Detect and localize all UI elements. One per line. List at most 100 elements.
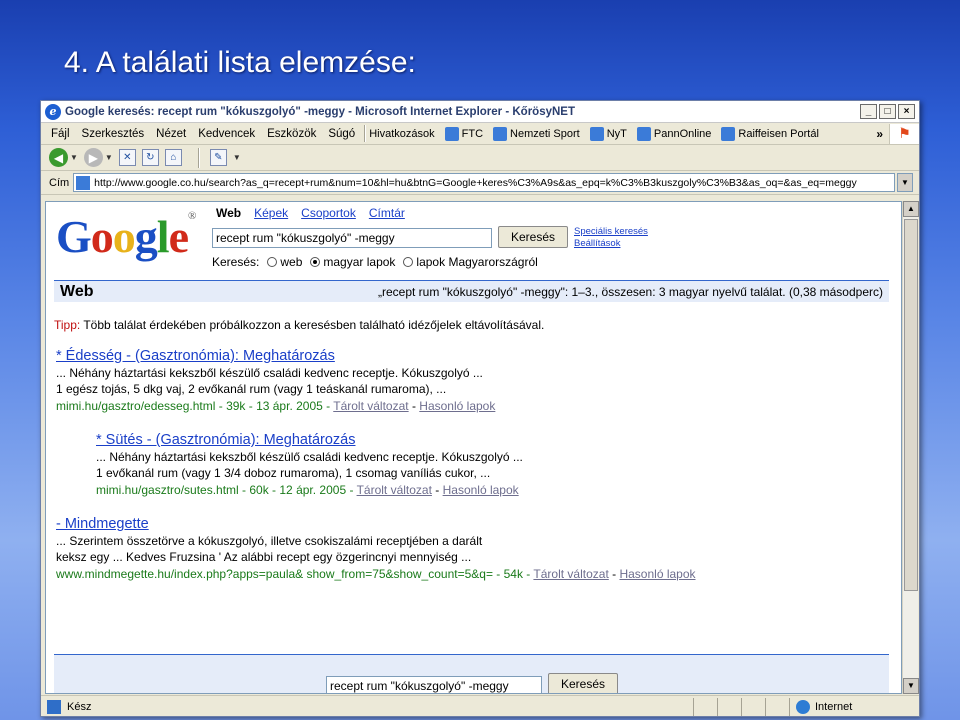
chevron-more-icon[interactable]: » <box>870 127 889 141</box>
search-input[interactable]: recept rum "kókuszgolyó" -meggy <box>212 228 492 248</box>
link-raiffeisen[interactable]: Raiffeisen Portál <box>721 126 819 141</box>
scroll-up-icon[interactable]: ▲ <box>903 201 919 217</box>
chevron-down-icon[interactable]: ▼ <box>233 153 241 162</box>
results-header-title: Web <box>60 282 94 300</box>
link-label: Nemzeti Sport <box>510 127 580 140</box>
result-snippet: keksz egy ... Kedves Fruzsina ' Az alább… <box>56 550 472 564</box>
menu-help[interactable]: Súgó <box>328 128 355 140</box>
links-label[interactable]: Hivatkozások <box>369 128 434 140</box>
status-text: Kész <box>67 700 92 713</box>
link-label: PannOnline <box>653 127 712 140</box>
window-title: Google keresés: recept rum "kókuszgolyó"… <box>65 105 575 118</box>
security-zone: Internet <box>789 697 919 716</box>
menu-favorites[interactable]: Kedvencek <box>198 128 255 140</box>
back-icon[interactable]: ◀ <box>49 148 68 167</box>
minimize-button[interactable]: _ <box>860 104 877 119</box>
radio-from-hungary[interactable] <box>403 257 414 267</box>
page-icon <box>444 126 459 141</box>
close-button[interactable]: × <box>898 104 915 119</box>
toolbar: ◀ ▼ ▶ ▼ ✕ ↻ ⌂ ✎ ▼ <box>41 145 919 171</box>
page-icon <box>636 126 651 141</box>
address-bar: Cím http://www.google.co.hu/search?as_q=… <box>41 171 919 195</box>
tab-images[interactable]: Képek <box>254 206 288 220</box>
page-icon <box>589 126 604 141</box>
windows-logo-icon: ⚑ <box>889 123 919 144</box>
menu-file[interactable]: Fájl <box>51 128 70 140</box>
cached-link[interactable]: Tárolt változat <box>333 399 408 413</box>
status-bar: Kész Internet <box>41 695 919 717</box>
home-icon[interactable]: ⌂ <box>164 149 182 166</box>
link-ftc[interactable]: FTC <box>444 126 484 141</box>
similar-link[interactable]: Hasonló lapok <box>619 567 695 581</box>
bottom-search-input[interactable]: recept rum "kókuszgolyó" -meggy <box>326 676 542 693</box>
radio-label: lapok Magyarországról <box>416 255 538 269</box>
result-url: mimi.hu/gasztro/edesseg.html - 39k - 13 … <box>56 398 334 413</box>
result-title-link[interactable]: * Sütés - (Gasztronómia): Meghatározás <box>96 432 523 449</box>
refresh-icon[interactable]: ↻ <box>141 149 159 166</box>
result-snippet: ... Néhány háztartási kekszből készülő c… <box>96 449 523 464</box>
result-title-link[interactable]: - Mindmegette <box>56 516 696 533</box>
tab-groups[interactable]: Csoportok <box>301 206 356 220</box>
address-url: http://www.google.co.hu/search?as_q=rece… <box>94 176 857 189</box>
settings-link[interactable]: Beállítások <box>574 238 648 250</box>
result-url: www.mindmegette.hu/index.php?apps=paula&… <box>56 566 534 581</box>
similar-link[interactable]: Hasonló lapok <box>443 483 519 497</box>
scroll-down-icon[interactable]: ▼ <box>903 678 919 694</box>
radio-web[interactable] <box>267 257 278 267</box>
result-snippet: ... Néhány háztartási kekszből készülő c… <box>56 365 483 380</box>
chevron-down-icon[interactable]: ▼ <box>70 153 78 162</box>
cached-link[interactable]: Tárolt változat <box>357 483 432 497</box>
result-snippet: ... Szerintem összetörve a kókuszgolyó, … <box>56 533 483 548</box>
result-item: * Sütés - (Gasztronómia): Meghatározás .… <box>96 432 523 497</box>
chevron-down-icon[interactable]: ▼ <box>105 153 113 162</box>
browser-window: e Google keresés: recept rum "kókuszgoly… <box>40 100 920 717</box>
tab-directory[interactable]: Címtár <box>369 206 405 220</box>
tip-label: Tipp: <box>54 318 81 332</box>
slide-title: 4. A találati lista elemzése: <box>64 46 416 79</box>
search-tabs: Web Képek Csoportok Címtár <box>216 206 418 220</box>
page-content: Google® Web Képek Csoportok Címtár recep… <box>45 201 902 694</box>
link-nyt[interactable]: NyT <box>589 126 627 141</box>
vertical-scrollbar[interactable]: ▲ ▼ <box>902 201 919 694</box>
page-icon <box>76 175 91 190</box>
menu-edit[interactable]: Szerkesztés <box>82 128 145 140</box>
menu-view[interactable]: Nézet <box>156 128 186 140</box>
media-icon[interactable]: ✎ <box>209 149 227 166</box>
link-nemzeti-sport[interactable]: Nemzeti Sport <box>493 126 580 141</box>
result-item: - Mindmegette ... Szerintem összetörve a… <box>56 516 696 581</box>
links-bar: Hivatkozások FTC Nemzeti Sport NyT PannO… <box>369 126 870 141</box>
address-label: Cím <box>49 176 70 189</box>
result-url: mimi.hu/gasztro/sutes.html - 60k - 12 áp… <box>96 482 357 497</box>
page-icon <box>721 126 736 141</box>
maximize-button[interactable]: □ <box>879 104 896 119</box>
result-title-link[interactable]: * Édesség - (Gasztronómia): Meghatározás <box>56 348 495 365</box>
radio-label: web <box>280 255 303 269</box>
scroll-thumb[interactable] <box>904 219 918 591</box>
result-item: * Édesség - (Gasztronómia): Meghatározás… <box>56 348 496 413</box>
forward-icon[interactable]: ▶ <box>83 148 103 167</box>
cached-link[interactable]: Tárolt változat <box>533 567 608 581</box>
radio-hungarian[interactable] <box>310 257 321 267</box>
menu-separator <box>364 125 367 142</box>
similar-link[interactable]: Hasonló lapok <box>419 399 495 413</box>
search-button[interactable]: Keresés <box>498 226 568 248</box>
bottom-search-button[interactable]: Keresés <box>548 673 618 693</box>
zone-label: Internet <box>815 700 853 713</box>
link-pannonline[interactable]: PannOnline <box>636 126 712 141</box>
results-header: Web „recept rum "kókuszgolyó" -meggy": 1… <box>54 280 889 302</box>
google-logo[interactable]: Google® <box>56 210 196 263</box>
link-label: FTC <box>461 127 484 140</box>
link-label: NyT <box>606 127 627 140</box>
page-icon <box>47 699 61 714</box>
address-input[interactable]: http://www.google.co.hu/search?as_q=rece… <box>73 173 895 192</box>
scope-label: Keresés: <box>212 255 260 269</box>
title-bar: e Google keresés: recept rum "kókuszgoly… <box>41 101 919 123</box>
globe-icon <box>796 699 810 714</box>
menu-tools[interactable]: Eszközök <box>267 128 316 140</box>
status-panels <box>693 697 789 716</box>
chevron-down-icon[interactable]: ▼ <box>897 173 913 192</box>
ie-icon: e <box>45 103 61 120</box>
advanced-search-link[interactable]: Speciális keresés <box>574 226 648 238</box>
stop-icon[interactable]: ✕ <box>118 149 136 166</box>
link-label: Raiffeisen Portál <box>738 127 819 140</box>
